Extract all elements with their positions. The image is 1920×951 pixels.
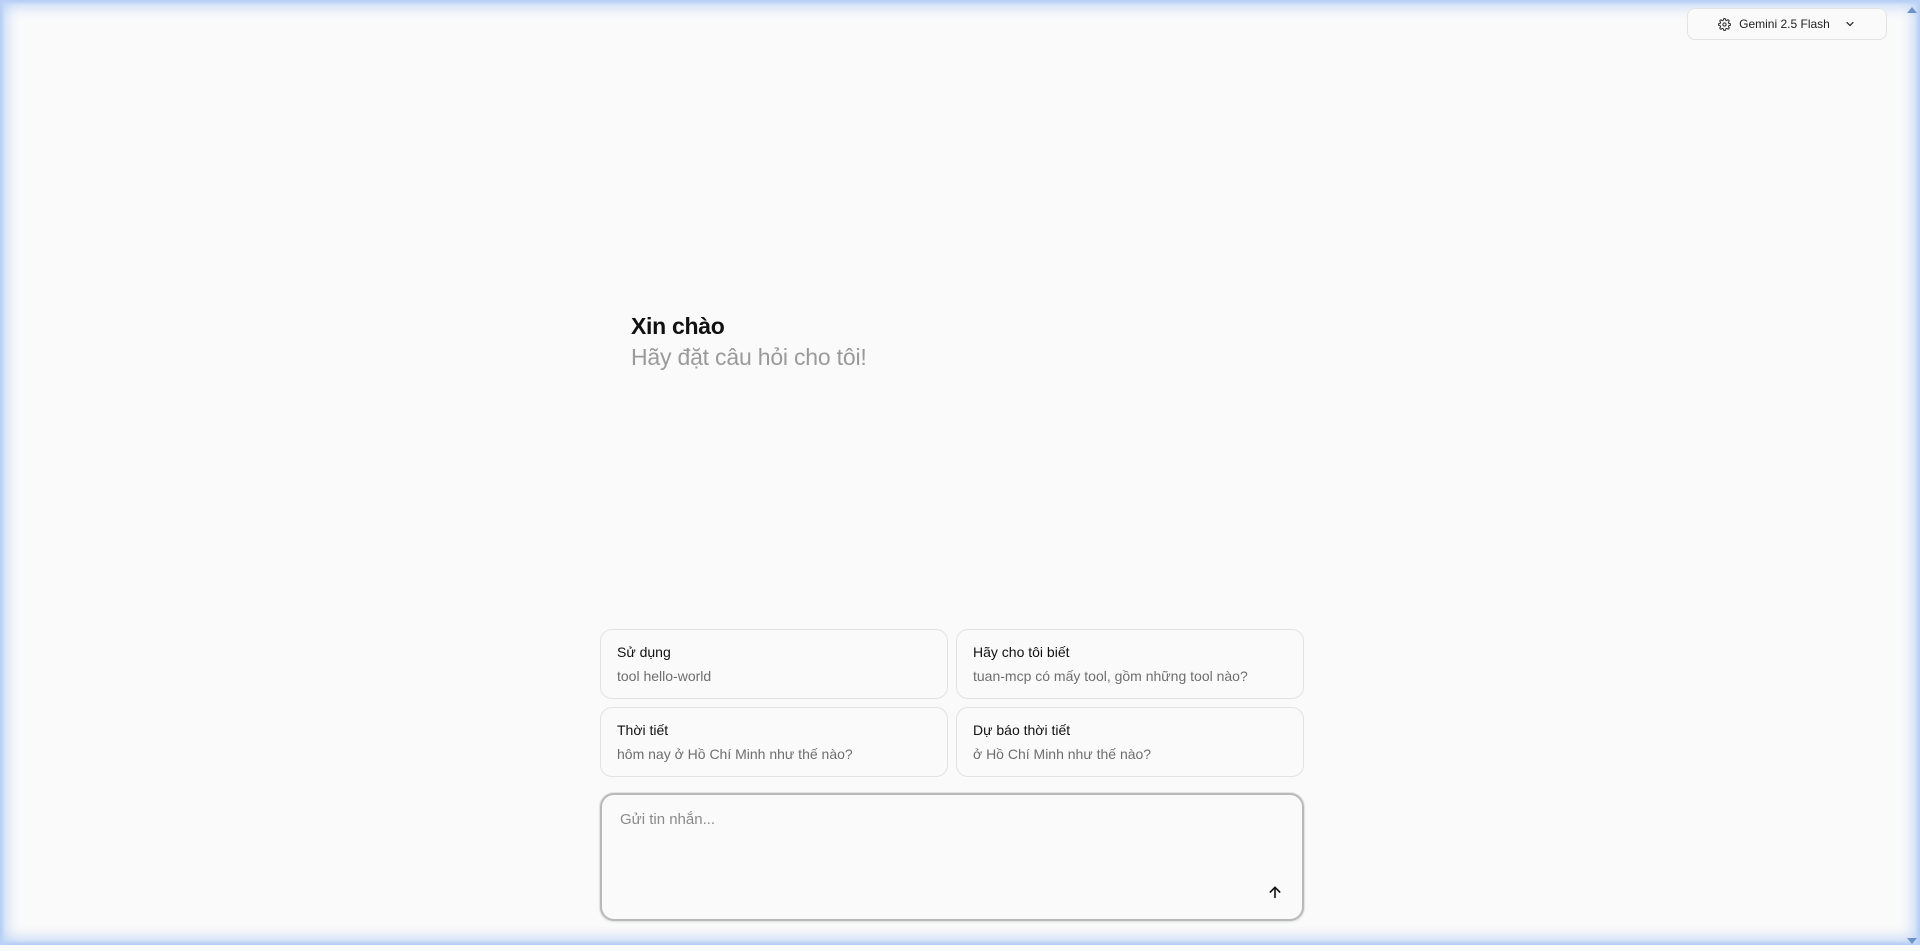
- suggestion-card[interactable]: Thời tiết hôm nay ở Hồ Chí Minh như thế …: [600, 707, 948, 777]
- gear-icon: [1718, 17, 1732, 31]
- message-composer: [600, 793, 1304, 921]
- scrollbar-down-arrow[interactable]: [1906, 933, 1918, 944]
- send-button[interactable]: [1262, 881, 1288, 907]
- greeting: Xin chào Hãy đặt câu hỏi cho tôi!: [631, 311, 867, 373]
- chevron-down-icon: [1844, 18, 1856, 30]
- model-selector-label: Gemini 2.5 Flash: [1739, 17, 1830, 31]
- suggested-actions: Sử dụng tool hello-world Hãy cho tôi biế…: [600, 629, 1304, 777]
- suggestion-subtitle: tool hello-world: [617, 668, 712, 684]
- suggestion-subtitle: hôm nay ở Hồ Chí Minh như thế nào?: [617, 746, 853, 762]
- suggestion-title: Dự báo thời tiết: [973, 722, 1071, 738]
- arrow-up-icon: [1267, 884, 1283, 905]
- scrollbar-up-arrow[interactable]: [1906, 2, 1918, 13]
- suggestion-subtitle: tuan-mcp có mấy tool, gồm những tool nào…: [973, 668, 1248, 684]
- suggestion-card[interactable]: Sử dụng tool hello-world: [600, 629, 948, 699]
- suggestion-subtitle: ở Hồ Chí Minh như thế nào?: [973, 746, 1152, 762]
- suggestion-title: Thời tiết: [617, 722, 669, 738]
- app-window: Gemini 2.5 Flash Xin chào Hãy đặt câu hỏ…: [0, 0, 1920, 945]
- suggestion-title: Hãy cho tôi biết: [973, 644, 1070, 660]
- greeting-subtitle: Hãy đặt câu hỏi cho tôi!: [631, 344, 867, 370]
- suggestion-card[interactable]: Hãy cho tôi biết tuan-mcp có mấy tool, g…: [956, 629, 1304, 699]
- suggestion-title: Sử dụng: [617, 644, 671, 660]
- message-input[interactable]: [618, 809, 1262, 873]
- greeting-title: Xin chào: [631, 313, 725, 339]
- suggestion-card[interactable]: Dự báo thời tiết ở Hồ Chí Minh như thế n…: [956, 707, 1304, 777]
- model-selector-button[interactable]: Gemini 2.5 Flash: [1687, 8, 1887, 40]
